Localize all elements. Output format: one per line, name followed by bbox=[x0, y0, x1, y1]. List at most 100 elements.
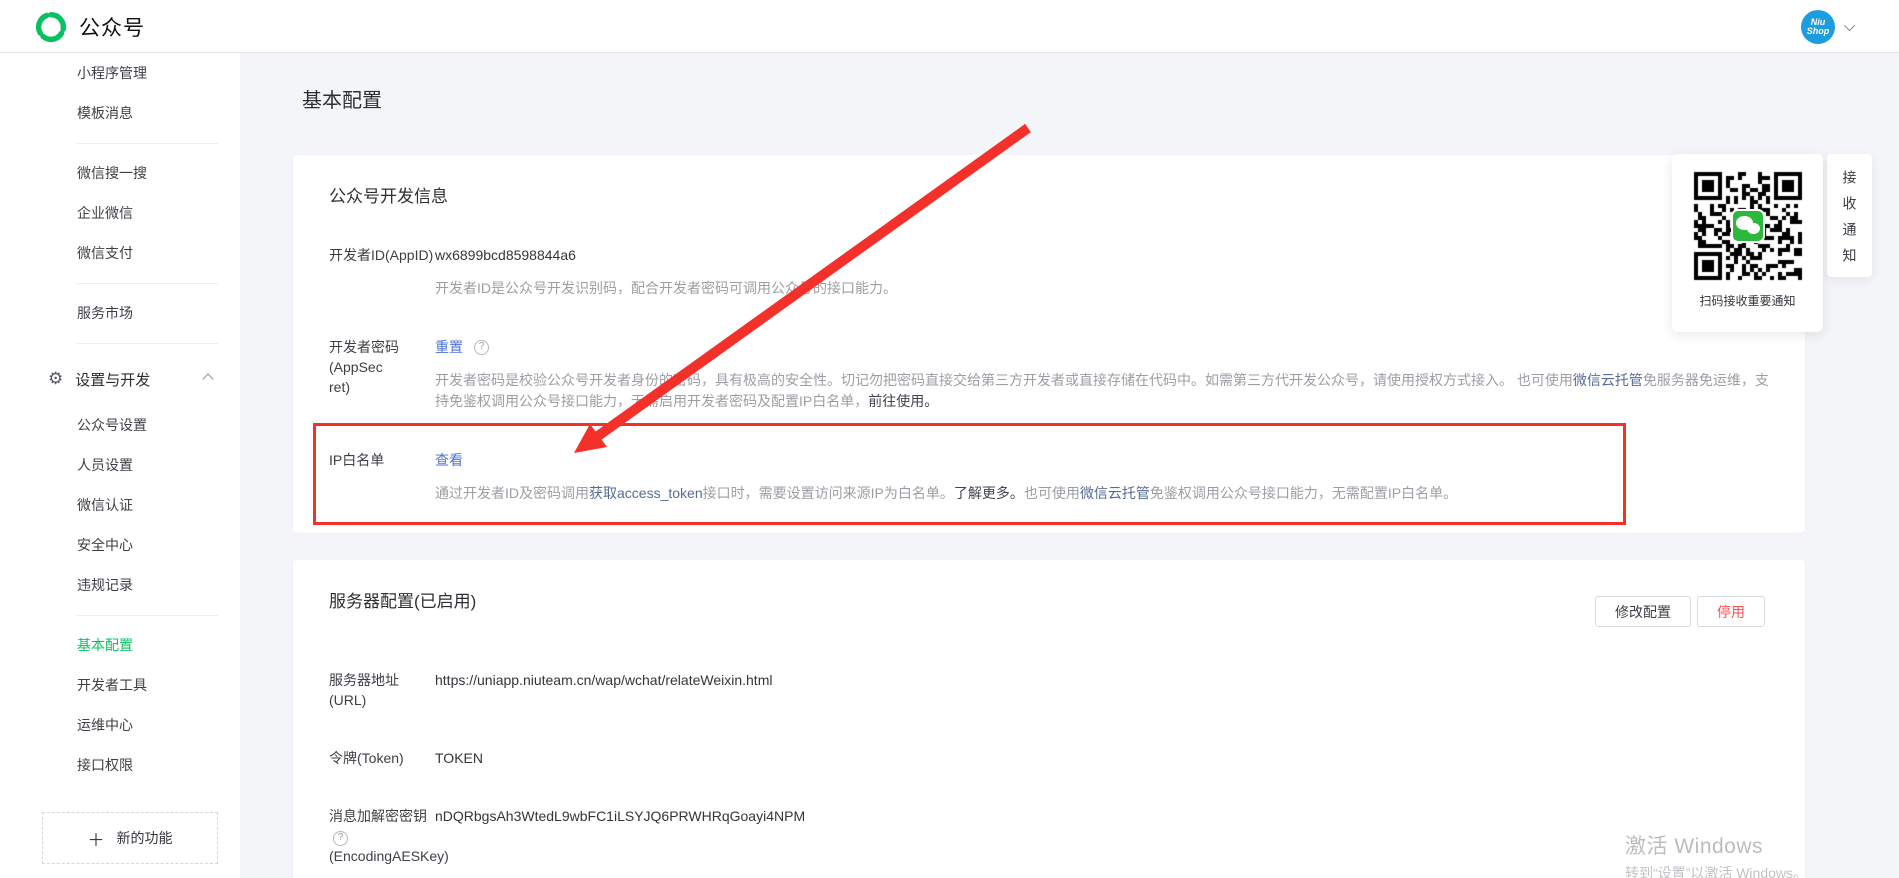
description-text: 开发者密码是校验公众号开发者身份的密码，具有极高的安全性。切记勿把密码直接交给第… bbox=[435, 372, 1573, 388]
server-config-buttons: 修改配置停用 bbox=[1595, 596, 1765, 627]
sidebar-item-服务市场[interactable]: 服务市场 bbox=[0, 293, 240, 333]
server-config-title: 服务器配置(已启用) bbox=[329, 590, 1769, 614]
row-label-text: 开发者密码(AppSec bbox=[329, 337, 435, 377]
row-action-link[interactable]: 重置 bbox=[435, 337, 463, 357]
row-label: 开发者密码(AppSecret) bbox=[329, 337, 435, 412]
row-label: 开发者ID(AppID) bbox=[329, 245, 435, 299]
sidebar-item-人员设置[interactable]: 人员设置 bbox=[0, 445, 240, 485]
row-label: 服务器地址(URL) bbox=[329, 670, 435, 710]
inline-link[interactable]: 微信云托管 bbox=[1573, 372, 1643, 388]
row-description: 开发者ID是公众号开发识别码，配合开发者密码可调用公众号的接口能力。 bbox=[435, 278, 1769, 299]
sidebar-item-公众号设置[interactable]: 公众号设置 bbox=[0, 405, 240, 445]
sidebar-divider bbox=[77, 143, 218, 144]
new-feature-label: 新的功能 bbox=[117, 828, 173, 848]
sidebar-item-微信认证[interactable]: 微信认证 bbox=[0, 485, 240, 525]
sidebar-item-开发者工具[interactable]: 开发者工具 bbox=[0, 665, 240, 705]
row-content: wx6899bcd8598844a6 开发者ID是公众号开发识别码，配合开发者密码… bbox=[435, 245, 1769, 299]
config-row: 开发者ID(AppID)wx6899bcd8598844a6 开发者ID是公众号开… bbox=[329, 245, 1769, 299]
row-label-text: ret) bbox=[329, 377, 435, 397]
row-content: TOKEN bbox=[435, 748, 1769, 768]
row-label-text: 服务器地址(URL) bbox=[329, 670, 435, 710]
server-config-rows: 服务器地址(URL)https://uniapp.niuteam.cn/wap/… bbox=[329, 670, 1769, 878]
dev-info-title: 公众号开发信息 bbox=[329, 185, 1769, 209]
top-header-bar: 公众号 Niu Shop bbox=[0, 0, 1899, 53]
row-description: 开发者密码是校验公众号开发者身份的密码，具有极高的安全性。切记勿把密码直接交给第… bbox=[435, 370, 1769, 412]
help-icon[interactable]: ? bbox=[333, 831, 348, 846]
qr-code bbox=[1692, 170, 1804, 282]
new-feature-button[interactable]: ＋ 新的功能 bbox=[42, 812, 218, 864]
avatar-text: Shop bbox=[1807, 27, 1830, 36]
sidebar-item-小程序管理[interactable]: 小程序管理 bbox=[0, 53, 240, 93]
row-label-text: 开发者ID(AppID) bbox=[329, 245, 435, 265]
row-content: 查看通过开发者ID及密码调用获取access_token接口时，需要设置访问来源… bbox=[435, 450, 1769, 504]
row-description: 通过开发者ID及密码调用获取access_token接口时，需要设置访问来源IP… bbox=[435, 483, 1769, 504]
sidebar-item-违规记录[interactable]: 违规记录 bbox=[0, 565, 240, 605]
row-label: IP白名单 bbox=[329, 450, 435, 504]
page-title: 基本配置 bbox=[302, 84, 382, 113]
row-label-text: (EncodingAESKey) bbox=[329, 846, 435, 866]
sidebar-item-企业微信[interactable]: 企业微信 bbox=[0, 193, 240, 233]
config-row: 消息加解密密钥?(EncodingAESKey)nDQRbgsAh3WtedL9… bbox=[329, 806, 1769, 866]
modify-config-button[interactable]: 修改配置 bbox=[1595, 596, 1691, 627]
row-value-text: https://uniapp.niuteam.cn/wap/wchat/rela… bbox=[435, 670, 772, 690]
row-action-link[interactable]: 查看 bbox=[435, 450, 463, 470]
inline-link[interactable]: 微信云托管 bbox=[1080, 485, 1150, 501]
dev-info-card: 公众号开发信息 开发者ID(AppID)wx6899bcd8598844a6开发… bbox=[293, 155, 1805, 533]
inline-link[interactable]: 获取access_token bbox=[589, 485, 703, 501]
sidebar-item-运维中心[interactable]: 运维中心 bbox=[0, 705, 240, 745]
dev-info-rows: 开发者ID(AppID)wx6899bcd8598844a6 开发者ID是公众号开… bbox=[329, 245, 1769, 504]
receive-notifications-label: 接收通知 bbox=[1840, 158, 1860, 274]
sidebar-item-基本配置[interactable]: 基本配置 bbox=[0, 625, 240, 665]
inline-emphasis-link[interactable]: 前往使用。 bbox=[868, 393, 938, 409]
qr-caption: 扫码接收重要通知 bbox=[1672, 292, 1823, 309]
account-menu[interactable]: Niu Shop bbox=[1801, 9, 1855, 45]
row-content: 重置? 开发者密码是校验公众号开发者身份的密码，具有极高的安全性。切记勿把密码直接… bbox=[435, 337, 1769, 412]
sidebar-item-接口权限[interactable]: 接口权限 bbox=[0, 745, 240, 785]
ip-whitelist-row: IP白名单查看通过开发者ID及密码调用获取access_token接口时，需要设… bbox=[329, 450, 1769, 504]
sidebar-divider bbox=[77, 343, 218, 344]
row-label-text: IP白名单 bbox=[329, 450, 435, 470]
wechat-mp-swirl-icon bbox=[34, 10, 68, 44]
description-text: 也可使用 bbox=[1024, 485, 1080, 501]
sidebar-section-settings-dev[interactable]: ⚙ 设置与开发 bbox=[0, 353, 240, 405]
row-label-text: 消息加解密密钥 bbox=[329, 808, 427, 824]
qr-notification-panel: 扫码接收重要通知 bbox=[1672, 154, 1823, 332]
row-value-text: TOKEN bbox=[435, 748, 483, 768]
sidebar-item-微信支付[interactable]: 微信支付 bbox=[0, 233, 240, 273]
sidebar-divider bbox=[77, 283, 218, 284]
row-content: nDQRbgsAh3WtedL9wbFC1iLSYJQ6PRWHRqGoayi4… bbox=[435, 806, 1769, 866]
sidebar-item-安全中心[interactable]: 安全中心 bbox=[0, 525, 240, 565]
config-row: 开发者密码(AppSecret)重置? 开发者密码是校验公众号开发者身份的密码，具… bbox=[329, 337, 1769, 412]
description-text: 通过开发者ID及密码调用 bbox=[435, 485, 589, 501]
row-value-text: wx6899bcd8598844a6 bbox=[435, 245, 576, 265]
receive-notifications-tab[interactable]: 接收通知 bbox=[1827, 154, 1872, 277]
wechat-logo-icon bbox=[1731, 209, 1765, 243]
row-label: 消息加解密密钥?(EncodingAESKey) bbox=[329, 806, 435, 866]
row-value: TOKEN bbox=[435, 748, 1769, 768]
sidebar-section-label: 设置与开发 bbox=[75, 369, 150, 390]
row-label-text: 令牌(Token) bbox=[329, 748, 435, 768]
chevron-down-icon[interactable] bbox=[1844, 20, 1855, 31]
sidebar-item-微信搜一搜[interactable]: 微信搜一搜 bbox=[0, 153, 240, 193]
plus-icon: ＋ bbox=[88, 826, 105, 851]
inline-emphasis-link[interactable]: 了解更多。 bbox=[954, 485, 1024, 501]
config-row: 服务器地址(URL)https://uniapp.niuteam.cn/wap/… bbox=[329, 670, 1769, 710]
row-label: 令牌(Token) bbox=[329, 748, 435, 768]
config-row: 令牌(Token)TOKEN bbox=[329, 748, 1769, 768]
row-value: https://uniapp.niuteam.cn/wap/wchat/rela… bbox=[435, 670, 1769, 690]
row-value: nDQRbgsAh3WtedL9wbFC1iLSYJQ6PRWHRqGoayi4… bbox=[435, 806, 1769, 826]
sidebar: 小程序管理模板消息微信搜一搜企业微信微信支付服务市场 ⚙ 设置与开发公众号设置人员设… bbox=[0, 53, 240, 878]
row-content: https://uniapp.niuteam.cn/wap/wchat/rela… bbox=[435, 670, 1769, 710]
chevron-up-icon[interactable] bbox=[202, 373, 213, 384]
app-title: 公众号 bbox=[79, 12, 145, 42]
description-text: 接口时，需要设置访问来源IP为白名单。 bbox=[703, 485, 954, 501]
avatar[interactable]: Niu Shop bbox=[1801, 10, 1835, 44]
sidebar-item-模板消息[interactable]: 模板消息 bbox=[0, 93, 240, 133]
wechat-mp-logo[interactable]: 公众号 bbox=[34, 9, 145, 45]
help-icon[interactable]: ? bbox=[474, 340, 489, 355]
disable-button[interactable]: 停用 bbox=[1697, 596, 1765, 627]
row-value: wx6899bcd8598844a6 bbox=[435, 245, 1769, 265]
sidebar-menu: 小程序管理模板消息微信搜一搜企业微信微信支付服务市场 ⚙ 设置与开发公众号设置人员设… bbox=[0, 53, 240, 785]
sidebar-divider bbox=[77, 615, 218, 616]
gear-icon: ⚙ bbox=[48, 369, 63, 389]
